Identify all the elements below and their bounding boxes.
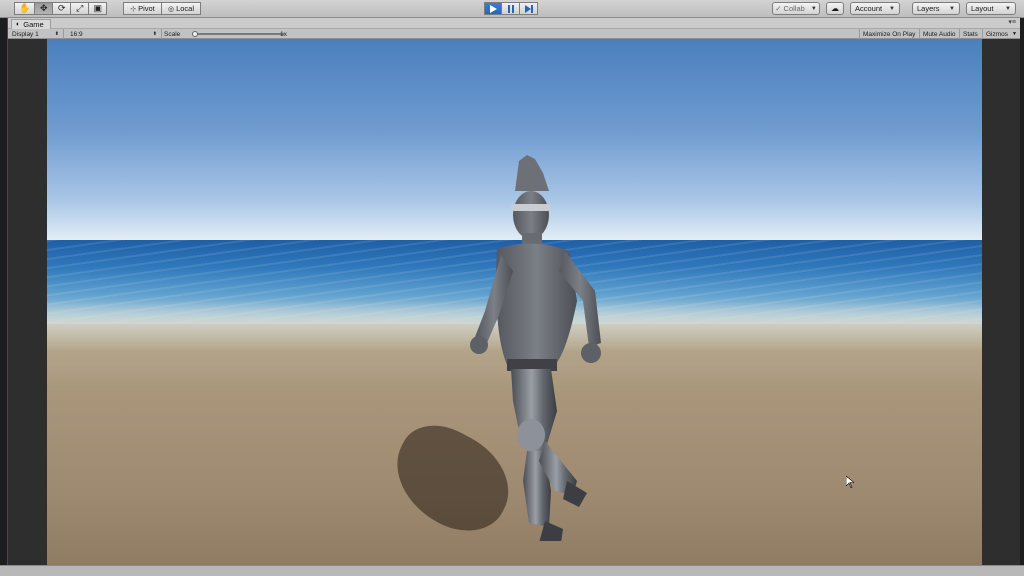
- stats-label: Stats: [963, 30, 978, 38]
- game-viewport[interactable]: [47, 39, 982, 565]
- scale-icon: ⤢: [76, 3, 84, 13]
- collab-label: Collab: [783, 4, 805, 13]
- account-group: Account ▼: [850, 2, 900, 15]
- main-toolbar: ✋ ✥ ⟳ ⤢ ▣ ⊹ Pivot ◎ Local ✓ Collab ▼ ☁ A…: [0, 0, 1024, 18]
- layout-label: Layout: [971, 4, 994, 13]
- chevron-down-icon: ▼: [1005, 5, 1011, 12]
- play-icon: [490, 4, 497, 13]
- mouse-cursor-icon: [846, 476, 854, 488]
- mute-audio-label: Mute Audio: [923, 30, 956, 38]
- maximize-on-play-toggle[interactable]: Maximize On Play: [859, 29, 918, 39]
- cloud-button[interactable]: ☁: [826, 2, 844, 15]
- local-toggle[interactable]: ◎ Local: [162, 2, 201, 15]
- collab-dropdown[interactable]: ✓ Collab ▼: [772, 2, 820, 15]
- dropdown-arrow-icon: ⬍: [152, 31, 157, 37]
- mute-audio-toggle[interactable]: Mute Audio: [919, 29, 959, 39]
- game-tab-bar: ◐ Game ▾≡: [8, 18, 1020, 29]
- move-tool-button[interactable]: ✥: [35, 2, 54, 15]
- chevron-down-icon: ▼: [889, 5, 895, 12]
- tab-game[interactable]: ◐ Game: [11, 19, 51, 29]
- layout-group: Layout ▼: [966, 2, 1016, 15]
- layers-label: Layers: [917, 4, 940, 13]
- collab-group: ✓ Collab ▼: [772, 2, 820, 15]
- left-edge: [0, 18, 8, 576]
- display-value: Display 1: [12, 30, 39, 38]
- letterbox-right: [982, 39, 1020, 565]
- scale-label: Scale: [164, 29, 180, 39]
- rotate-tool-button[interactable]: ⟳: [53, 2, 72, 15]
- dropdown-arrow-icon: ⬍: [54, 31, 59, 37]
- letterbox-left: [8, 39, 47, 565]
- stats-toggle[interactable]: Stats: [959, 29, 981, 39]
- tab-game-label: Game: [23, 20, 44, 29]
- aspect-dropdown[interactable]: 16:9 ⬍: [66, 29, 162, 39]
- transform-tools: ✋ ✥ ⟳ ⤢ ▣: [14, 2, 108, 15]
- pivot-icon: ⊹: [130, 5, 137, 13]
- account-dropdown[interactable]: Account ▼: [850, 2, 900, 15]
- scale-value-text: 1x: [280, 30, 287, 38]
- account-label: Account: [855, 4, 883, 13]
- gizmos-label: Gizmos: [986, 30, 1009, 38]
- scale-tool-button[interactable]: ⤢: [71, 2, 90, 15]
- scale-value: 1x: [280, 29, 287, 39]
- display-dropdown[interactable]: Display 1 ⬍: [8, 29, 64, 39]
- pause-icon: [507, 4, 514, 13]
- pivot-group: ⊹ Pivot ◎ Local: [123, 2, 201, 15]
- layers-dropdown[interactable]: Layers ▼: [912, 2, 960, 15]
- local-label: Local: [176, 4, 195, 13]
- right-edge: [1020, 18, 1024, 576]
- rect-icon: ▣: [93, 3, 102, 13]
- move-icon: ✥: [39, 3, 48, 13]
- chevron-down-icon: ▼: [1012, 31, 1017, 37]
- pause-button[interactable]: [502, 2, 520, 15]
- layers-group: Layers ▼: [912, 2, 960, 15]
- pivot-toggle[interactable]: ⊹ Pivot: [123, 2, 162, 15]
- scale-slider-thumb[interactable]: [192, 31, 198, 37]
- gizmos-dropdown[interactable]: Gizmos ▼: [982, 29, 1020, 39]
- game-icon: ◐: [16, 21, 21, 28]
- hand-tool-button[interactable]: ✋: [14, 2, 36, 15]
- rect-tool-button[interactable]: ▣: [89, 2, 108, 15]
- chevron-down-icon: ▼: [810, 5, 817, 12]
- pivot-label: Pivot: [138, 4, 155, 13]
- tab-menu-icon[interactable]: ▾≡: [1008, 18, 1016, 26]
- maximize-on-play-label: Maximize On Play: [863, 30, 916, 38]
- step-button[interactable]: [520, 2, 538, 15]
- cloud-group: ☁: [826, 2, 844, 15]
- local-icon: ◎: [167, 5, 175, 13]
- cloud-icon: ☁: [831, 4, 839, 13]
- hand-icon: ✋: [19, 3, 31, 13]
- step-icon: [524, 4, 533, 13]
- character-model: [470, 155, 601, 541]
- chevron-down-icon: ▼: [949, 5, 955, 12]
- playback-controls: [484, 2, 538, 15]
- status-bar: [0, 565, 1024, 576]
- check-icon: ✓: [775, 4, 782, 13]
- rotate-icon: ⟳: [57, 3, 66, 13]
- aspect-value: 16:9: [70, 30, 83, 38]
- game-view-options: Display 1 ⬍ 16:9 ⬍ Scale 1x Maximize On …: [8, 29, 1020, 39]
- scale-slider-track[interactable]: [194, 33, 284, 35]
- scale-label-text: Scale: [164, 30, 181, 38]
- play-button[interactable]: [484, 2, 502, 15]
- layout-dropdown[interactable]: Layout ▼: [966, 2, 1016, 15]
